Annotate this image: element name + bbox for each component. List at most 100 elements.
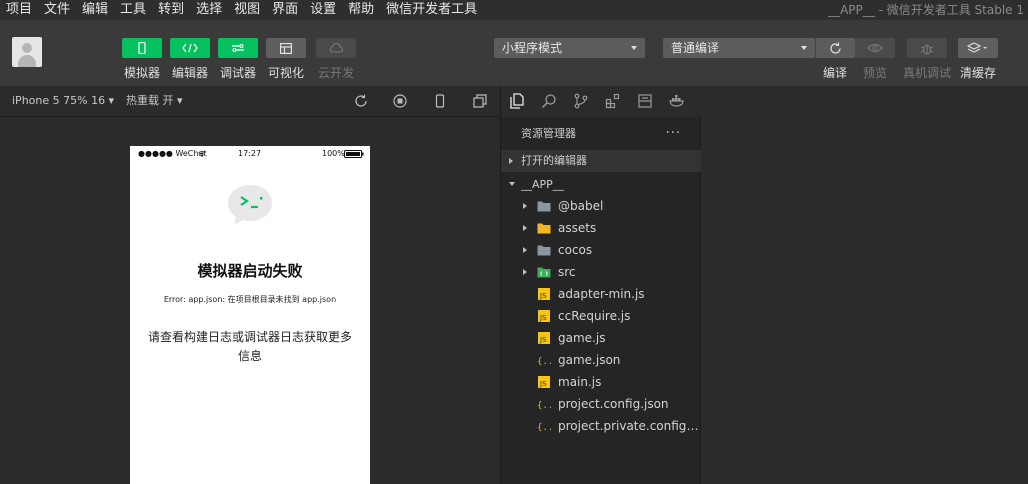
status-time: 17:27: [238, 149, 262, 158]
new-window-icon[interactable]: [473, 94, 487, 108]
compile-select[interactable]: 普通编译: [663, 38, 815, 58]
tree-item-label: adapter-min.js: [558, 287, 645, 301]
tree-item-file[interactable]: JS ccRequire.js: [501, 305, 701, 327]
explorer-title: 资源管理器: [521, 127, 576, 140]
remote-debug-button[interactable]: [907, 38, 947, 58]
tree-item-file[interactable]: JS main.js: [501, 371, 701, 393]
phone-status-bar: ●●●●● WeChat 17:27 100%: [130, 146, 370, 162]
compile-button[interactable]: [815, 38, 855, 58]
extensions-icon[interactable]: [605, 93, 621, 109]
error-title: 模拟器启动失败: [197, 262, 303, 280]
tree-item-label: cocos: [558, 243, 593, 257]
clear-cache-button[interactable]: [958, 38, 998, 58]
tree-item-folder[interactable]: assets: [501, 217, 701, 239]
js-file-icon: JS: [538, 332, 550, 344]
menu-interface[interactable]: 界面: [266, 0, 304, 20]
menu-bar: 项目 文件 编辑 工具 转到 选择 视图 界面 设置 帮助 微信开发者工具 __…: [0, 0, 1028, 20]
main-toolbar: 模拟器 编辑器 调试器 可视化 云开发 小程序模式 普通编译 编译 预览 真机调…: [0, 20, 1028, 86]
tree-item-label: ccRequire.js: [558, 309, 631, 323]
menu-tools[interactable]: 工具: [114, 0, 152, 20]
tree-item-folder[interactable]: src: [501, 261, 701, 283]
files-icon[interactable]: [509, 93, 525, 109]
chevron-down-icon: [631, 46, 637, 50]
tree-item-label: project.private.config.json: [558, 419, 700, 433]
menu-wechat-devtools[interactable]: 微信开发者工具: [380, 0, 483, 20]
tree-item-file[interactable]: JS adapter-min.js: [501, 283, 701, 305]
folder-icon: [537, 245, 551, 256]
chevron-right-icon: [523, 225, 527, 231]
simulator-button[interactable]: [122, 38, 162, 58]
js-file-icon: JS: [538, 288, 550, 300]
remote-debug-label: 真机调试: [902, 66, 951, 80]
chevron-right-icon: [523, 203, 527, 209]
debugger-button[interactable]: [218, 38, 258, 58]
preview-button[interactable]: [855, 38, 895, 58]
compile-select-value: 普通编译: [671, 41, 720, 55]
tree-item-file[interactable]: {..} project.config.json: [501, 393, 701, 415]
cloud-icon: [329, 43, 343, 53]
svg-text:JS: JS: [539, 380, 547, 388]
layout-icon: [280, 42, 292, 54]
phone-icon: [138, 42, 146, 54]
tree-item-file[interactable]: {..} project.private.config.json: [501, 415, 701, 437]
open-editors-label: 打开的编辑器: [521, 154, 587, 167]
source-control-icon[interactable]: [573, 93, 589, 109]
visualize-button[interactable]: [266, 38, 306, 58]
menu-selection[interactable]: 选择: [190, 0, 228, 20]
tree-item-folder[interactable]: @babel: [501, 195, 701, 217]
menu-file[interactable]: 文件: [38, 0, 76, 20]
tree-item-folder[interactable]: cocos: [501, 239, 701, 261]
folder-src-icon: [537, 267, 551, 278]
chevron-right-icon: [509, 158, 513, 164]
cloud-button[interactable]: [316, 38, 356, 58]
svg-text:JS: JS: [539, 336, 547, 344]
avatar[interactable]: [12, 37, 42, 67]
phone-icon[interactable]: [433, 94, 447, 108]
editor-area[interactable]: [702, 86, 1028, 484]
code-icon: [182, 43, 198, 53]
tree-item-file[interactable]: JS game.js: [501, 327, 701, 349]
hot-reload-select[interactable]: 热重载 开 ▾: [126, 86, 183, 116]
menu-goto[interactable]: 转到: [152, 0, 190, 20]
simulator-screen: ●●●●● WeChat 17:27 100% 模拟器启动失败 Error: a…: [130, 146, 370, 484]
menu-help[interactable]: 帮助: [342, 0, 380, 20]
tree-item-label: game.json: [558, 353, 621, 367]
tree-item-label: project.config.json: [558, 397, 669, 411]
tree-item-file[interactable]: {..} game.json: [501, 349, 701, 371]
open-editors-section[interactable]: 打开的编辑器: [501, 150, 701, 172]
tree-item-label: main.js: [558, 375, 602, 389]
menu-settings[interactable]: 设置: [304, 0, 342, 20]
debugger-icon: [232, 44, 244, 52]
explorer-header: 资源管理器 ···: [501, 118, 701, 150]
svg-text:{..}: {..}: [537, 401, 551, 410]
docker-icon[interactable]: [669, 93, 685, 109]
menu-edit[interactable]: 编辑: [76, 0, 114, 20]
clear-cache-label: 清缓存: [959, 66, 996, 80]
simulator-panel: ●●●●● WeChat 17:27 100% 模拟器启动失败 Error: a…: [0, 118, 500, 484]
wifi-icon: [198, 151, 206, 157]
project-section[interactable]: __APP__: [501, 174, 701, 196]
carrier-label: ●●●●● WeChat: [138, 149, 207, 158]
menu-view[interactable]: 视图: [228, 0, 266, 20]
folder-assets-icon: [537, 223, 551, 234]
battery-icon: [344, 150, 364, 158]
error-chat-icon: [228, 185, 272, 225]
tree-item-label: src: [558, 265, 576, 279]
reload-icon[interactable]: [354, 94, 368, 108]
eye-icon: [867, 43, 883, 53]
chevron-down-icon: [509, 182, 515, 186]
layers-icon: [967, 42, 987, 53]
stop-icon[interactable]: [393, 94, 407, 108]
mode-select[interactable]: 小程序模式: [494, 38, 645, 58]
editor-button[interactable]: [170, 38, 210, 58]
more-icon[interactable]: ···: [666, 118, 681, 150]
window-title: __APP__ - 微信开发者工具 Stable 1: [828, 3, 1024, 17]
device-select[interactable]: iPhone 5 75% 16 ▾: [12, 86, 114, 116]
menu-project[interactable]: 项目: [0, 0, 38, 20]
chevron-right-icon: [523, 269, 527, 275]
storage-icon[interactable]: [637, 93, 653, 109]
search-icon[interactable]: [541, 93, 557, 109]
simulator-label: 模拟器: [123, 66, 160, 80]
project-label: __APP__: [521, 178, 564, 191]
js-file-icon: JS: [538, 376, 550, 388]
